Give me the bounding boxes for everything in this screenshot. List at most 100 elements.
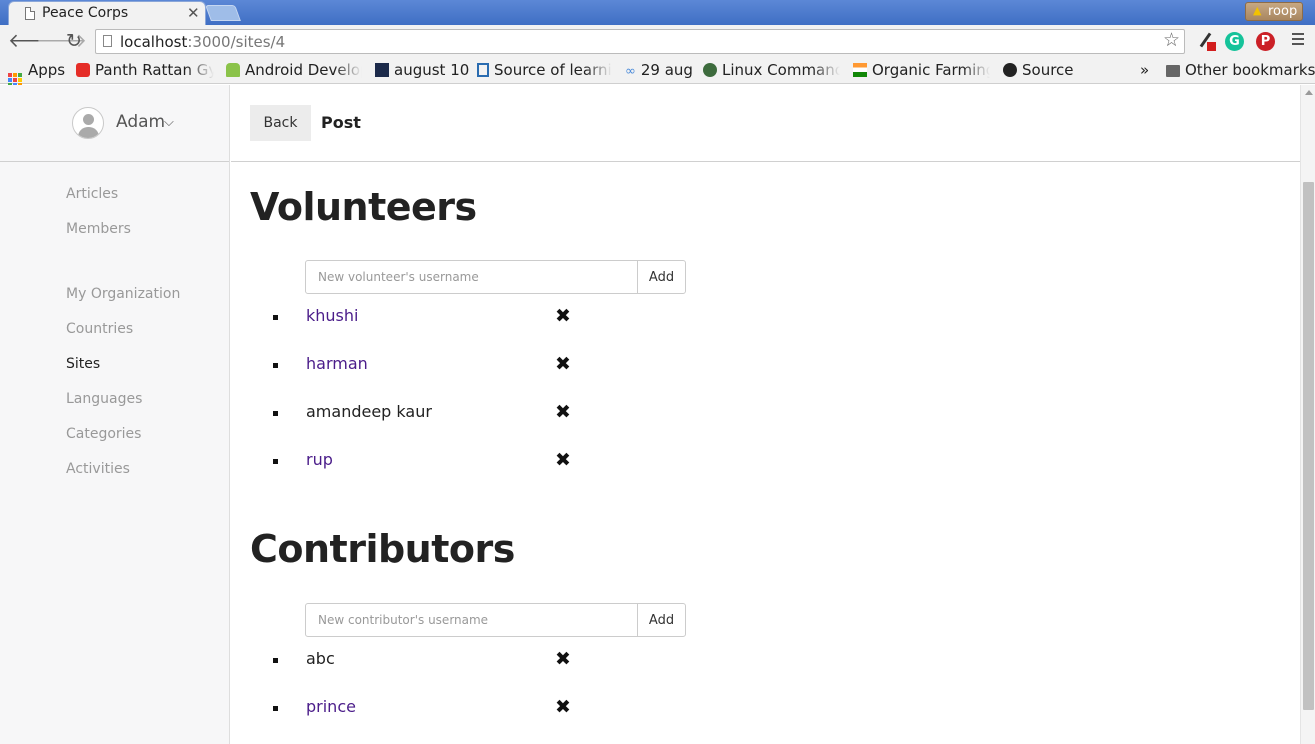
bookmark-label: Organic Farming [872, 61, 990, 79]
bookmark-label: Linux Commands [722, 61, 840, 79]
main-content: Back Post Volunteers Add khushi ✖ harman… [231, 85, 1300, 744]
bookmark-label: Source of learnin [494, 61, 612, 79]
bookmark-apps[interactable]: Apps [8, 61, 65, 87]
url-text: localhost:3000/sites/4 [120, 33, 285, 51]
bookmark-label: 29 aug [640, 61, 693, 79]
sidebar-item-categories[interactable]: Categories [66, 426, 141, 442]
youtube-icon [76, 63, 90, 77]
volunteers-heading: Volunteers [250, 185, 477, 229]
remove-icon[interactable]: ✖ [555, 305, 571, 327]
bullet [273, 315, 278, 320]
bookmarks-bar: Apps Panth Rattan Gya Android Develop au… [0, 58, 1315, 87]
tab-title: Peace Corps [42, 5, 129, 21]
volunteer-username-input[interactable] [305, 260, 638, 294]
browser-tab[interactable]: Peace Corps ✕ [8, 1, 206, 25]
sidebar-item-countries[interactable]: Countries [66, 321, 133, 337]
chrome-menu-icon[interactable] [1292, 33, 1304, 47]
avatar-body [78, 127, 99, 138]
page-icon [103, 35, 112, 47]
sidebar-item-my-organization[interactable]: My Organization [66, 286, 180, 302]
profile-name: roop [1268, 4, 1298, 19]
page-scrollbar[interactable] [1300, 85, 1315, 744]
remove-icon[interactable]: ✖ [555, 353, 571, 375]
volunteer-name[interactable]: harman [306, 354, 368, 373]
bookmark-item[interactable]: Panth Rattan Gya [76, 61, 214, 79]
bookmark-item[interactable]: Source [1003, 61, 1074, 79]
sidebar-item-activities[interactable]: Activities [66, 461, 130, 477]
bookmark-item[interactable]: ∞ 29 aug [625, 61, 693, 79]
eyedropper-extension-icon[interactable] [1196, 32, 1216, 51]
pinterest-extension-icon[interactable]: P [1256, 32, 1275, 51]
warning-icon: ▲ [1253, 4, 1262, 17]
sidebar-item-articles[interactable]: Articles [66, 186, 118, 202]
bullet [273, 363, 278, 368]
bookmark-label: august 10 [394, 61, 470, 79]
volunteer-row: khushi ✖ [231, 303, 631, 333]
page: Adam ⌵ Articles Members My Organization … [0, 85, 1315, 744]
volunteer-name: amandeep kaur [306, 402, 432, 421]
remove-icon[interactable]: ✖ [555, 401, 571, 423]
avatar [72, 107, 104, 139]
sidebar-item-languages[interactable]: Languages [66, 391, 142, 407]
bullet [273, 411, 278, 416]
contributor-row: abc ✖ [231, 646, 631, 676]
bookmark-item[interactable]: Organic Farming [853, 61, 990, 79]
contributor-name: abc [306, 649, 335, 668]
infinity-icon: ∞ [625, 64, 636, 79]
bookmark-label: Panth Rattan Gya [95, 61, 214, 79]
volunteer-row: rup ✖ [231, 447, 631, 477]
remove-icon[interactable]: ✖ [555, 696, 571, 718]
volunteer-row: amandeep kaur ✖ [231, 399, 631, 429]
scroll-thumb[interactable] [1303, 182, 1314, 710]
volunteer-name[interactable]: khushi [306, 306, 358, 325]
page-icon [25, 7, 35, 20]
new-tab-button[interactable] [205, 5, 241, 21]
india-flag-icon [853, 63, 867, 77]
add-contributor-button[interactable]: Add [637, 603, 686, 637]
bookmark-star-icon[interactable]: ☆ [1163, 29, 1180, 51]
tab-close-icon[interactable]: ✕ [187, 4, 200, 22]
url-path: :3000/sites/4 [187, 33, 286, 51]
add-contributor-form: Add [305, 603, 686, 637]
content-header: Back Post [231, 85, 1300, 162]
globe-icon [703, 63, 717, 77]
bookmark-label: Apps [28, 61, 66, 79]
contributor-name[interactable]: prince [306, 697, 356, 716]
contributor-row: prince ✖ [231, 694, 631, 724]
user-name: Adam [116, 112, 166, 132]
user-menu[interactable]: Adam ⌵ [0, 85, 229, 162]
back-button[interactable]: Back [250, 105, 311, 141]
reload-icon[interactable]: ↻ [66, 29, 82, 53]
bullet [273, 658, 278, 663]
bookmark-label: Other bookmarks [1185, 61, 1315, 79]
profile-button[interactable]: ▲ roop [1245, 2, 1303, 21]
android-icon [226, 63, 240, 77]
bookmarks-overflow-button[interactable]: » [1140, 61, 1149, 79]
chevron-down-icon[interactable]: ⌵ [164, 115, 174, 130]
bullet [273, 459, 278, 464]
sidebar-item-sites[interactable]: Sites [66, 356, 100, 372]
address-bar[interactable]: localhost:3000/sites/4 ☆ [95, 29, 1185, 54]
remove-icon[interactable]: ✖ [555, 648, 571, 670]
sidebar-item-members[interactable]: Members [66, 221, 131, 237]
url-host: localhost [120, 33, 188, 51]
bookmark-item[interactable]: Android Develop [226, 61, 362, 79]
grammarly-extension-icon[interactable]: G [1225, 32, 1244, 51]
volunteer-name[interactable]: rup [306, 450, 333, 469]
folder-icon [1166, 65, 1180, 77]
remove-icon[interactable]: ✖ [555, 449, 571, 471]
bookmark-label: Android Develop [245, 61, 362, 79]
add-volunteer-button[interactable]: Add [637, 260, 686, 294]
add-volunteer-form: Add [305, 260, 686, 294]
bookmark-label: Source [1022, 61, 1074, 79]
bookmark-item[interactable]: august 10 [375, 61, 469, 79]
d-icon [477, 63, 489, 77]
bookmark-item[interactable]: Linux Commands [703, 61, 840, 79]
other-bookmarks[interactable]: Other bookmarks [1166, 61, 1315, 79]
bullet [273, 706, 278, 711]
volunteer-row: harman ✖ [231, 351, 631, 381]
contributor-username-input[interactable] [305, 603, 638, 637]
post-link[interactable]: Post [321, 113, 361, 132]
scroll-up-arrow-icon[interactable] [1305, 90, 1313, 95]
bookmark-item[interactable]: Source of learnin [477, 61, 612, 79]
